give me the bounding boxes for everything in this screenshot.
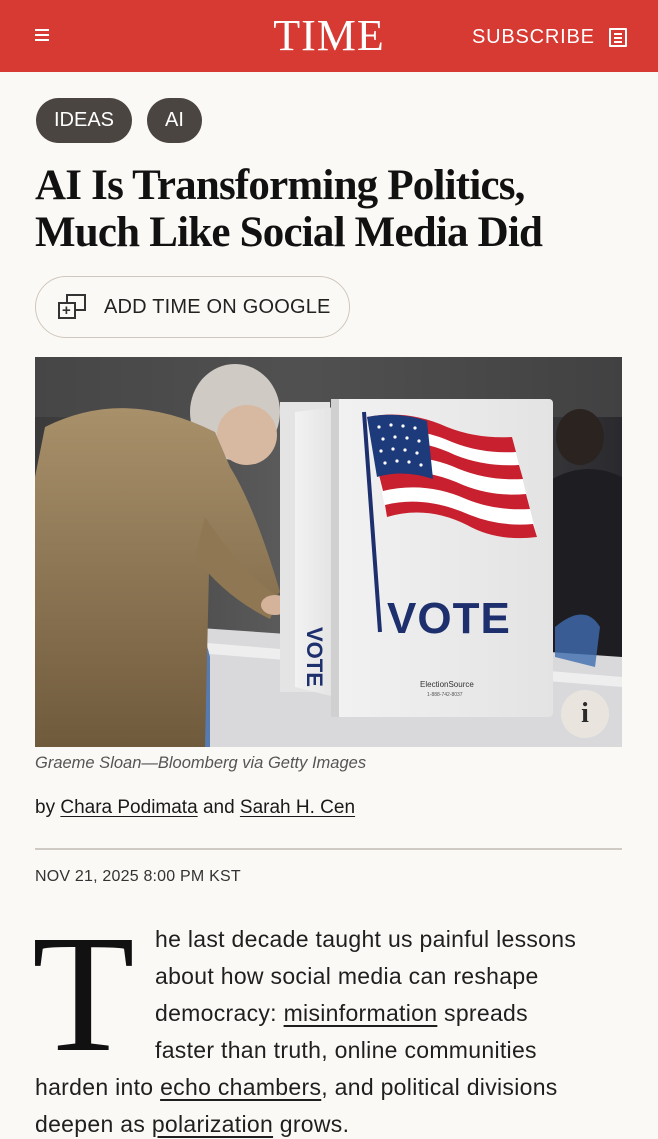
body-line-6: deepen as polarization grows. xyxy=(35,1111,349,1138)
tag-ideas[interactable]: IDEAS xyxy=(36,98,132,143)
body-text: spreads xyxy=(437,1000,528,1026)
link-polarization[interactable]: polarization xyxy=(152,1111,273,1137)
top-bar: TIME SUBSCRIBE xyxy=(0,0,658,72)
hero-photo: VOTE VOTE ElectionSource 1-888-742-8037 … xyxy=(35,357,622,747)
booth-phone-text: 1-888-742-8037 xyxy=(427,692,463,698)
byline-prefix: by xyxy=(35,797,56,818)
link-echo-chambers[interactable]: echo chambers xyxy=(160,1074,321,1100)
vote-sign-text: VOTE xyxy=(387,594,511,643)
subscribe-button[interactable]: SUBSCRIBE xyxy=(472,24,627,50)
author-link-1[interactable]: Chara Podimata xyxy=(60,797,197,818)
body-line-3: democracy: misinformation spreads xyxy=(155,1000,528,1027)
body-line-2: about how social media can reshape xyxy=(155,963,539,989)
byline-conjunction: and xyxy=(202,797,235,818)
tag-ai[interactable]: AI xyxy=(147,98,202,143)
subscribe-label: SUBSCRIBE xyxy=(472,25,595,48)
newspaper-icon xyxy=(608,27,627,47)
publish-date: NOV 21, 2025 8:00 PM KST xyxy=(35,868,241,885)
add-time-on-google-label: ADD TIME ON GOOGLE xyxy=(104,295,331,318)
body-line-5: harden into echo chambers, and political… xyxy=(35,1074,558,1101)
article-headline: AI Is Transforming Politics, Much Like S… xyxy=(35,162,635,256)
body-text: harden into xyxy=(35,1074,161,1100)
side-vote-sign: VOTE xyxy=(302,627,327,687)
body-text: deepen as xyxy=(35,1111,152,1137)
headline-line-2: Much Like Social Media Did xyxy=(35,209,543,256)
booth-brand-text: ElectionSource xyxy=(420,680,474,689)
byline: by Chara Podimata and Sarah H. Cen xyxy=(35,797,355,819)
photo-credit: Graeme Sloan—Bloomberg via Getty Images xyxy=(35,754,367,772)
image-info-button[interactable]: i xyxy=(561,690,609,738)
divider xyxy=(35,848,622,850)
drop-cap: T xyxy=(32,901,135,1087)
add-time-on-google-button[interactable]: + ADD TIME ON GOOGLE xyxy=(35,276,350,338)
add-source-icon: + xyxy=(58,294,88,320)
body-text: grows. xyxy=(273,1111,350,1137)
headline-line-1: AI Is Transforming Politics, xyxy=(35,162,525,209)
body-text: , and political divisions xyxy=(321,1074,558,1100)
body-text: democracy: xyxy=(155,1000,284,1026)
body-line-1: he last decade taught us painful lessons xyxy=(155,926,577,952)
link-misinformation[interactable]: misinformation xyxy=(284,1000,438,1026)
body-line-4: faster than truth, online communities xyxy=(155,1037,537,1063)
author-link-2[interactable]: Sarah H. Cen xyxy=(240,797,355,818)
